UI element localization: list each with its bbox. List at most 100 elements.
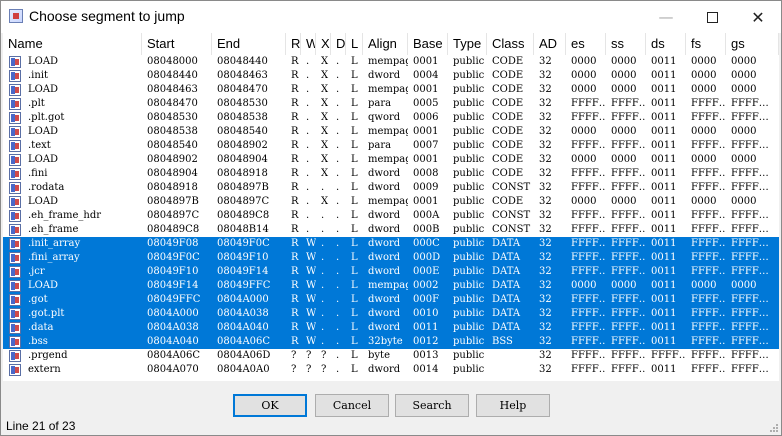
cell-x: .	[321, 280, 325, 291]
cell-d: .	[336, 266, 340, 277]
cell-name: .rodata	[28, 182, 65, 193]
maximize-button[interactable]	[689, 1, 735, 33]
table-row[interactable]: .prgend 0804A06C 0804A06D???. Lbyte 0013 publ…	[3, 349, 779, 363]
column-header-d[interactable]: D	[331, 33, 346, 55]
table-row[interactable]: .bss 0804A040 0804A06C R W.. L 32byte 0012 publi…	[3, 335, 779, 349]
column-header-base[interactable]: Base	[408, 33, 448, 55]
table-row[interactable]: .plt 08048470 08048530 R. X. Lpara 0005 public C…	[3, 97, 779, 111]
cell-ss: 0000	[611, 84, 637, 95]
cell-x: .	[321, 322, 325, 333]
cell-es: FFFF…	[571, 182, 606, 193]
cell-fs: FFFF…	[691, 98, 726, 109]
cell-base: 0001	[413, 84, 439, 95]
table-row[interactable]: LOAD 08048902 08048904 R. X. Lmempage 0001 publ…	[3, 153, 779, 167]
cell-x: .	[321, 238, 325, 249]
segment-icon	[9, 266, 21, 278]
column-header-fs[interactable]: fs	[686, 33, 726, 55]
cell-ss: FFFF…	[611, 168, 646, 179]
cell-ds: 0011	[651, 112, 677, 123]
table-row[interactable]: .fini_array 08049F0C 08049F10 R W.. Ldword 000…	[3, 251, 779, 265]
table-row[interactable]: .eh_frame_hdr 0804897C 080489C8 R... Ldword 0…	[3, 209, 779, 223]
cell-class: BSS	[492, 336, 513, 347]
cell-align: dword	[368, 364, 401, 375]
column-header-ad[interactable]: AD	[534, 33, 566, 55]
table-row[interactable]: LOAD 08048000 08048440 R. X. Lmempage 0001 publ…	[3, 55, 779, 69]
cell-w: ?	[306, 364, 312, 375]
window-title: Choose segment to jump	[29, 8, 185, 24]
column-header-class[interactable]: Class	[487, 33, 534, 55]
cell-x: X	[321, 140, 329, 151]
table-row[interactable]: LOAD 0804897B 0804897C R. X. Lmempage 0001 publ…	[3, 195, 779, 209]
table-row[interactable]: .rodata 08048918 0804897B R... Ldword 0009 pub…	[3, 181, 779, 195]
column-header-name[interactable]: Name	[3, 33, 142, 55]
minimize-icon: —	[658, 8, 674, 26]
column-header-x[interactable]: X	[316, 33, 331, 55]
ok-button[interactable]: OK	[233, 394, 307, 417]
column-header-r[interactable]: R	[286, 33, 301, 55]
cell-ss: 0000	[611, 196, 637, 207]
resize-grip-icon[interactable]	[769, 423, 779, 433]
cell-ds: 0011	[651, 308, 677, 319]
cell-w: .	[306, 126, 310, 137]
column-header-l[interactable]: L	[346, 33, 363, 55]
column-header-start[interactable]: Start	[142, 33, 212, 55]
column-header-ds[interactable]: ds	[646, 33, 686, 55]
table-row[interactable]: LOAD 08049F14 08049FFC RW.. Lmempage 0002 publ…	[3, 279, 779, 293]
cell-x: .	[321, 308, 325, 319]
search-button[interactable]: Search	[395, 394, 469, 417]
table-row[interactable]: .got.plt 0804A000 0804A038 R W.. Ldword 0010 pu…	[3, 307, 779, 321]
table-row[interactable]: LOAD 08048538 08048540 R. X. Lmempage 0001 publ…	[3, 125, 779, 139]
column-header-gs[interactable]: gs	[726, 33, 779, 55]
cell-fs: 0000	[691, 154, 717, 165]
cell-d: .	[336, 70, 340, 81]
cell-l: L	[351, 210, 358, 221]
cell-gs: 0000	[731, 126, 757, 137]
cell-gs: FFFF…	[731, 210, 769, 221]
cell-type: public	[453, 98, 485, 109]
column-header-w[interactable]: W	[301, 33, 316, 55]
cell-fs: 0000	[691, 70, 717, 81]
table-row[interactable]: .eh_frame 080489C8 08048B14 R... Ldword 000B p…	[3, 223, 779, 237]
column-header-end[interactable]: End	[212, 33, 286, 55]
segment-icon	[9, 154, 21, 166]
cell-ad: 32	[539, 112, 552, 123]
cell-l: L	[351, 224, 358, 235]
table-row[interactable]: .text 08048540 08048902 R. X. Lpara 0007 public…	[3, 139, 779, 153]
cell-r: R	[291, 70, 299, 81]
cancel-button[interactable]: Cancel	[315, 394, 389, 417]
table-row[interactable]: extern 0804A070 0804A0A0???. Ldword 0014 publ…	[3, 363, 779, 377]
table-row[interactable]: .got 08049FFC 0804A000 R W.. Ldword 000F public…	[3, 293, 779, 307]
column-header-es[interactable]: es	[566, 33, 606, 55]
cell-ds: 0011	[651, 224, 677, 235]
cell-ds: 0011	[651, 98, 677, 109]
column-header-ss[interactable]: ss	[606, 33, 646, 55]
column-header-align[interactable]: Align	[363, 33, 408, 55]
cell-es: FFFF…	[571, 140, 606, 151]
cell-es: FFFF…	[571, 322, 606, 333]
cell-ds: 0011	[651, 70, 677, 81]
cell-class: CODE	[492, 140, 524, 151]
cell-base: 0001	[413, 154, 439, 165]
table-row[interactable]: LOAD 08048463 08048470 R. X. Lmempage 0001 publ…	[3, 83, 779, 97]
cell-type: public	[453, 280, 485, 291]
cell-fs: FFFF…	[691, 308, 726, 319]
table-row[interactable]: .data 0804A038 0804A040 R W.. Ldword 0011 publi…	[3, 321, 779, 335]
table-row[interactable]: .init_array 08049F08 08049F0C R W.. Ldword 000…	[3, 237, 779, 251]
cell-fs: 0000	[691, 126, 717, 137]
column-header-type[interactable]: Type	[448, 33, 487, 55]
cell-l: L	[351, 154, 358, 165]
cell-name: .eh_frame	[28, 224, 79, 235]
cell-start: 08048904	[147, 168, 198, 179]
cell-class: CONST	[492, 224, 531, 235]
cell-w: .	[306, 182, 310, 193]
cell-fs: FFFF…	[691, 350, 726, 361]
cell-fs: FFFF…	[691, 336, 726, 347]
close-button[interactable]: ✕	[735, 1, 781, 33]
minimize-button[interactable]: —	[643, 1, 689, 33]
table-row[interactable]: .fini 08048904 08048918 R. X. Ldword 0008 publi…	[3, 167, 779, 181]
table-row[interactable]: .plt.got 08048530 08048538 R. X. Lqword 0006 pu…	[3, 111, 779, 125]
table-row[interactable]: .jcr 08049F10 08049F14 R W.. Ldword 000E public…	[3, 265, 779, 279]
cell-end: 0804A06C	[217, 336, 271, 347]
table-row[interactable]: .init 08048440 08048463 R. X. Ldword 0004 publi…	[3, 69, 779, 83]
help-button[interactable]: Help	[476, 394, 550, 417]
